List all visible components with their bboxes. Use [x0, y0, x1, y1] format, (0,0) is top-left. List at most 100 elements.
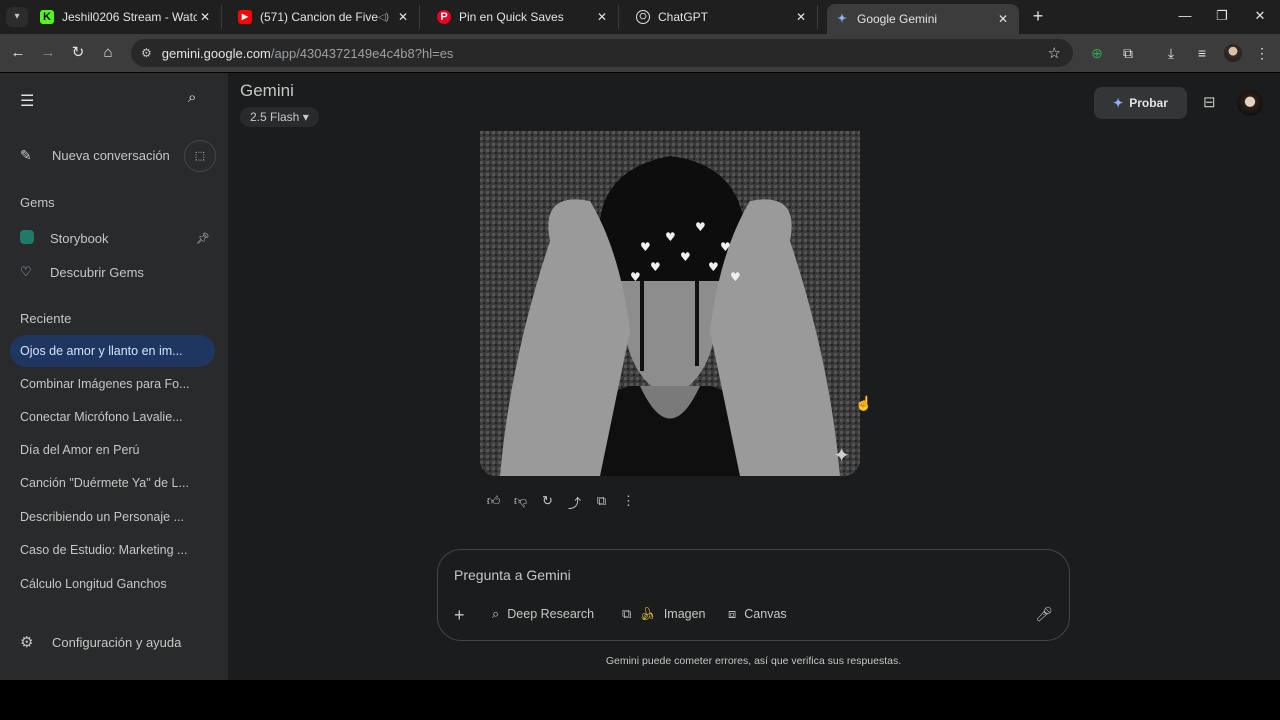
- youtube-icon: ▶: [238, 10, 252, 24]
- tab-title: Pin en Quick Saves: [459, 10, 564, 24]
- tab-title: (571) Cancion de Five Night: [260, 10, 378, 24]
- share-icon[interactable]: ⤴: [561, 493, 588, 512]
- bookmark-star-icon[interactable]: ☆: [1048, 44, 1061, 62]
- gem-label: Storybook: [50, 231, 109, 246]
- prompt-input[interactable]: [454, 564, 1014, 586]
- svg-text:♥: ♥: [630, 270, 641, 284]
- tab-pinterest[interactable]: P Pin en Quick Saves ✕: [429, 5, 619, 29]
- deep-research-label: Deep Research: [507, 607, 595, 621]
- temporary-chat-icon[interactable]: ⬚: [184, 140, 216, 172]
- tab-title: Jeshil0206 Stream - Watch Live: [62, 10, 197, 24]
- close-icon[interactable]: ✕: [197, 10, 213, 24]
- audio-playing-icon[interactable]: ◁): [378, 12, 389, 23]
- profile-avatar[interactable]: [1224, 44, 1242, 62]
- restore-icon[interactable]: ❐: [1212, 6, 1232, 26]
- gem-label: Descubrir Gems: [50, 264, 144, 280]
- add-attachment-icon[interactable]: +: [454, 605, 465, 625]
- gem-heart-icon: ♡: [20, 264, 32, 279]
- url-host: gemini.google.com: [161, 45, 271, 61]
- chevron-down-icon: ▾: [302, 110, 309, 124]
- new-chat-label: Nueva conversación: [52, 148, 170, 163]
- main-panel: Gemini 2.5 Flash ▾ ✦ Probar ⊟ ♥ ♥ ♥ ♥ ♥ …: [228, 73, 1280, 680]
- generated-image[interactable]: ♥ ♥ ♥ ♥ ♥ ♥ ♥ ♥ ♥ ✦: [480, 131, 860, 476]
- recent-chat-item[interactable]: Describiendo un Personaje ...: [10, 501, 215, 533]
- close-icon[interactable]: ✕: [395, 10, 411, 24]
- gem-item-storybook[interactable]: Storybook 📌︎: [20, 230, 210, 247]
- gems-heading: Gems: [20, 195, 55, 210]
- media-controls-icon[interactable]: ≡: [1192, 43, 1212, 63]
- kick-icon: K: [40, 10, 54, 24]
- sidebar: ☰ ⌕ ✎ Nueva conversación ⬚ Gems Storyboo…: [0, 73, 228, 680]
- canvas-button[interactable]: ⧈ Canvas: [728, 606, 787, 622]
- svg-text:♥: ♥: [665, 230, 676, 244]
- settings-help-button[interactable]: ⚙ Configuración y ayuda: [20, 633, 181, 651]
- recent-chat-item[interactable]: Día del Amor en Perú: [10, 434, 215, 466]
- recent-chat-item[interactable]: Caso de Estudio: Marketing ...: [10, 534, 215, 566]
- gemini-watermark-icon: ✦: [833, 445, 850, 467]
- recent-chat-item[interactable]: Canción "Duérmete Ya" de L...: [10, 467, 215, 499]
- regenerate-icon[interactable]: ↻: [534, 493, 561, 512]
- image-tool-button[interactable]: ⧉ 🍌︎ Imagen: [622, 606, 706, 622]
- image-tool-icon: ⧉: [622, 606, 632, 621]
- microphone-icon[interactable]: 🎤︎: [1035, 606, 1053, 623]
- browser-menu-icon[interactable]: ⋮: [1252, 43, 1272, 63]
- deep-research-button[interactable]: ⌕ Deep Research: [492, 606, 594, 622]
- new-tab-button[interactable]: +: [1028, 7, 1048, 27]
- tab-kick-stream[interactable]: K Jeshil0206 Stream - Watch Live ✕: [32, 5, 222, 29]
- openai-icon: ⎔: [636, 10, 650, 24]
- app-title: Gemini: [240, 81, 294, 100]
- close-icon[interactable]: ✕: [594, 10, 610, 24]
- browser-toolbar: ← → ↻ ⌂ ⚙ gemini.google.com/app/43043721…: [0, 34, 1280, 72]
- gift-icon[interactable]: ⊟: [1203, 93, 1216, 111]
- search-icon[interactable]: ⌕: [188, 89, 196, 106]
- svg-text:♥: ♥: [680, 250, 691, 264]
- account-avatar[interactable]: [1237, 90, 1263, 116]
- pinterest-icon: P: [437, 10, 451, 24]
- site-info-icon[interactable]: ⚙: [141, 46, 152, 60]
- svg-text:♥: ♥: [720, 240, 731, 254]
- tab-title: Google Gemini: [857, 12, 938, 26]
- model-label: 2.5 Flash: [250, 110, 300, 124]
- generated-image-illustration: ♥♥♥ ♥♥♥ ♥♥♥: [480, 131, 860, 476]
- svg-text:♥: ♥: [695, 220, 706, 234]
- more-options-icon[interactable]: ⋮: [615, 493, 642, 512]
- hamburger-menu-icon[interactable]: ☰: [20, 91, 34, 111]
- tab-title: ChatGPT: [658, 10, 709, 24]
- recent-chat-item[interactable]: Combinar Imágenes para Fo...: [10, 368, 215, 400]
- tab-search-button[interactable]: ▾: [6, 7, 28, 27]
- pin-icon[interactable]: 📌︎: [196, 232, 210, 245]
- recent-chat-item[interactable]: Conectar Micrófono Lavalie...: [10, 401, 215, 433]
- recent-chat-item[interactable]: Ojos de amor y llanto en im...: [10, 335, 215, 367]
- close-icon[interactable]: ✕: [995, 12, 1011, 26]
- tab-gemini[interactable]: ✦ Google Gemini ✕: [827, 4, 1019, 34]
- reload-icon[interactable]: ↻: [68, 43, 88, 63]
- recent-chat-item[interactable]: Cálculo Longitud Ganchos: [10, 568, 215, 600]
- prompt-composer: + ⌕ Deep Research ⧉ 🍌︎ Imagen ⧈ Canvas 🎤…: [437, 549, 1070, 641]
- model-selector[interactable]: 2.5 Flash ▾: [240, 107, 319, 127]
- deep-research-icon: ⌕: [492, 606, 500, 621]
- storybook-icon: [20, 230, 40, 247]
- gem-item-discover[interactable]: ♡ Descubrir Gems: [20, 264, 210, 280]
- minimize-icon[interactable]: —: [1175, 6, 1195, 26]
- close-icon[interactable]: ✕: [793, 10, 809, 24]
- extensions-puzzle-icon[interactable]: ⧉: [1118, 43, 1138, 63]
- try-button[interactable]: ✦ Probar: [1094, 87, 1187, 119]
- thumbs-down-icon[interactable]: 👎︎: [507, 493, 534, 512]
- new-chat-button[interactable]: ✎ Nueva conversación: [20, 147, 170, 164]
- download-icon[interactable]: ⤓: [1161, 43, 1181, 63]
- address-bar[interactable]: ⚙ gemini.google.com/app/4304372149e4c4b8…: [131, 39, 1073, 67]
- extension-plus-icon[interactable]: ⊕: [1087, 43, 1107, 63]
- svg-text:♥: ♥: [708, 260, 719, 274]
- window-close-icon[interactable]: ✕: [1250, 6, 1270, 26]
- response-actions: 👍︎ 👎︎ ↻ ⤴ ⧉ ⋮: [480, 493, 642, 512]
- settings-label: Configuración y ayuda: [52, 634, 182, 650]
- copy-icon[interactable]: ⧉: [588, 493, 615, 512]
- home-icon[interactable]: ⌂: [98, 43, 118, 63]
- forward-icon[interactable]: →: [38, 43, 58, 63]
- thumbs-up-icon[interactable]: 👍︎: [480, 493, 507, 512]
- tab-youtube[interactable]: ▶ (571) Cancion de Five Night ◁) ✕: [230, 5, 420, 29]
- svg-text:♥: ♥: [730, 270, 741, 284]
- back-icon[interactable]: ←: [8, 43, 28, 63]
- tab-chatgpt[interactable]: ⎔ ChatGPT ✕: [628, 5, 818, 29]
- canvas-label: Canvas: [744, 607, 787, 621]
